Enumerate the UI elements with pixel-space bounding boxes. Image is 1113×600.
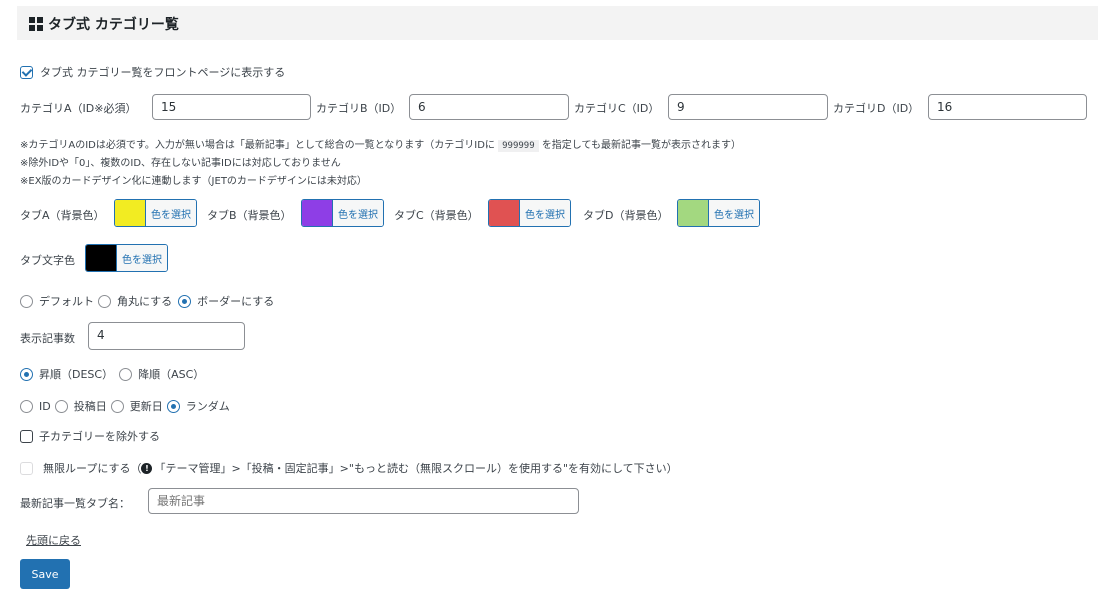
- info-icon: !: [141, 462, 153, 474]
- note-line-2: ※除外IDや「0」、複数のID、存在しない記事IDには対応しておりません: [20, 158, 341, 169]
- tab-b-swatch: [302, 200, 332, 226]
- sort-posted-label: 投稿日: [73, 400, 107, 413]
- latest-tab-label: 最新記事一覧タブ名：: [20, 497, 130, 510]
- sort-updated-radio[interactable]: [110, 399, 124, 413]
- category-d-label: カテゴリD（ID）: [833, 102, 920, 115]
- category-a-input[interactable]: 15: [152, 94, 311, 120]
- sort-options: ID 投稿日 更新日 ランダム: [20, 398, 230, 414]
- note-line-1-post: を指定しても最新記事一覧が表示されます）: [541, 140, 742, 151]
- category-b-label: カテゴリB（ID）: [316, 102, 402, 115]
- style-default-radio[interactable]: [20, 294, 33, 308]
- order-desc-radio[interactable]: [20, 367, 33, 381]
- category-a-label: カテゴリA（ID※必須）: [20, 102, 137, 115]
- style-rounded-label: 角丸にする: [117, 295, 173, 308]
- category-c-label: カテゴリC（ID）: [574, 102, 660, 115]
- exclude-child-checkbox[interactable]: [20, 429, 33, 443]
- show-front-option[interactable]: タブ式 カテゴリー覧をフロントページに表示する: [20, 64, 285, 80]
- tab-b-color-button-label: 色を選択: [332, 200, 383, 226]
- tab-d-swatch: [678, 200, 708, 226]
- tab-c-color-label: タブC（背景色）: [394, 209, 479, 222]
- order-desc-label: 昇順（DESC）: [39, 368, 114, 381]
- category-d-input[interactable]: 16: [928, 94, 1087, 120]
- tab-c-color-button[interactable]: 色を選択: [488, 199, 571, 227]
- exclude-child-label: 子カテゴリーを除外する: [39, 430, 160, 443]
- grid-icon: [29, 17, 43, 31]
- tab-a-swatch: [115, 200, 145, 226]
- order-asc-radio[interactable]: [119, 367, 133, 381]
- category-c-input[interactable]: 9: [668, 94, 828, 120]
- tab-d-color-button-label: 色を選択: [708, 200, 759, 226]
- tab-a-color-button[interactable]: 色を選択: [114, 199, 197, 227]
- sort-random-label: ランダム: [185, 400, 230, 413]
- show-front-checkbox[interactable]: [20, 65, 33, 79]
- back-to-top-link[interactable]: 先頭に戻る: [26, 532, 81, 548]
- sort-updated-label: 更新日: [129, 400, 163, 413]
- infinite-loop-option[interactable]: 無限ループにする（ ! 「テーマ管理」>「投稿・固定記事」>"もっと読む（無限ス…: [20, 460, 678, 476]
- tab-b-color-button[interactable]: 色を選択: [301, 199, 384, 227]
- infinite-loop-checkbox[interactable]: [20, 461, 33, 475]
- count-label: 表示記事数: [20, 332, 75, 345]
- style-border-label: ボーダーにする: [197, 295, 275, 308]
- text-color-button[interactable]: 色を選択: [85, 244, 168, 272]
- tab-d-color-button[interactable]: 色を選択: [677, 199, 760, 227]
- text-color-label: タブ文字色: [20, 254, 75, 267]
- infinite-loop-label: 無限ループにする（: [43, 462, 142, 475]
- sort-id-radio[interactable]: [20, 399, 33, 413]
- note-line-1-pre: ※カテゴリAのIDは必須です。入力が無い場合は「最新記事」として総合の一覧となり…: [20, 140, 495, 151]
- show-front-label: タブ式 カテゴリー覧をフロントページに表示する: [40, 66, 286, 79]
- exclude-child-option[interactable]: 子カテゴリーを除外する: [20, 428, 160, 444]
- sort-random-radio[interactable]: [166, 399, 180, 413]
- sort-id-label: ID: [39, 399, 51, 413]
- style-border-radio[interactable]: [178, 294, 192, 308]
- note-line-3: ※EX版のカードデザイン化に連動します（JETのカードデザインには未対応）: [20, 176, 367, 187]
- tab-a-color-button-label: 色を選択: [145, 200, 196, 226]
- tab-c-color-button-label: 色を選択: [519, 200, 570, 226]
- style-default-label: デフォルト: [39, 295, 94, 308]
- infinite-loop-note: 「テーマ管理」>「投稿・固定記事」>"もっと読む（無限スクロール）を使用する"を…: [154, 462, 678, 475]
- order-options: 昇順（DESC） 降順（ASC）: [20, 366, 204, 382]
- section-title-text: タブ式 カテゴリー覧: [48, 17, 179, 33]
- count-input[interactable]: 4: [88, 322, 245, 350]
- tab-a-color-label: タブA（背景色）: [20, 209, 105, 222]
- section-title: タブ式 カテゴリー覧: [29, 14, 179, 34]
- tab-b-color-label: タブB（背景色）: [207, 209, 292, 222]
- text-color-button-label: 色を選択: [116, 245, 167, 271]
- note-code: 999999: [498, 140, 539, 152]
- text-color-swatch: [86, 245, 116, 271]
- category-b-input[interactable]: 6: [409, 94, 569, 120]
- tab-d-color-label: タブD（背景色）: [583, 209, 669, 222]
- style-rounded-radio[interactable]: [98, 294, 111, 308]
- save-button[interactable]: Save: [20, 559, 70, 589]
- sort-posted-radio[interactable]: [54, 399, 68, 413]
- style-options: デフォルト 角丸にする ボーダーにする: [20, 293, 274, 309]
- latest-tab-input[interactable]: [148, 488, 579, 514]
- note-line-1: ※カテゴリAのIDは必須です。入力が無い場合は「最新記事」として総合の一覧となり…: [20, 136, 742, 152]
- section-header: タブ式 カテゴリー覧: [17, 6, 1098, 40]
- tab-c-swatch: [489, 200, 519, 226]
- order-asc-label: 降順（ASC）: [138, 368, 205, 381]
